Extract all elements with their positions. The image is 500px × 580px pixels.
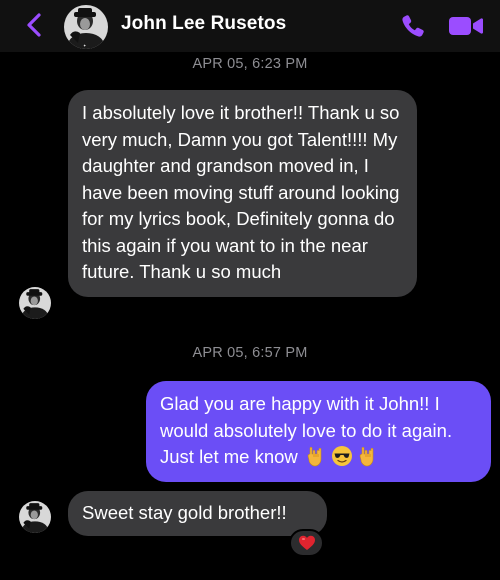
message-text: Sweet stay gold brother!! [82, 502, 287, 523]
back-button[interactable] [22, 10, 48, 40]
sunglasses-face-icon [331, 445, 353, 467]
contact-name[interactable]: John Lee Rusetos [121, 13, 286, 35]
rock-on-hand-icon [357, 445, 379, 467]
message-timestamp: APR 05, 6:23 PM [192, 56, 308, 72]
chat-header: ✦ John Lee Rusetos [0, 0, 500, 52]
outgoing-message-bubble[interactable]: Glad you are happy with it John!! I woul… [146, 381, 491, 482]
message-text: I absolutely love it brother!! Thank u s… [82, 102, 400, 282]
sender-avatar[interactable] [19, 287, 51, 319]
red-heart-icon [298, 534, 316, 557]
incoming-message-bubble[interactable]: Sweet stay gold brother!! [68, 491, 327, 536]
rock-on-hand-icon [305, 445, 327, 467]
avatar-image [19, 501, 51, 533]
chevron-left-icon [27, 13, 41, 37]
sender-avatar[interactable] [19, 501, 51, 533]
call-button[interactable] [399, 12, 427, 40]
video-camera-icon [449, 17, 483, 35]
contact-avatar[interactable]: ✦ [64, 5, 108, 49]
message-timestamp: APR 05, 6:57 PM [192, 345, 308, 361]
avatar-image: ✦ [64, 5, 108, 49]
message-reaction[interactable] [289, 529, 324, 557]
incoming-message-bubble[interactable]: I absolutely love it brother!! Thank u s… [68, 90, 417, 297]
video-call-button[interactable] [448, 14, 484, 38]
phone-icon [402, 15, 424, 37]
avatar-image [19, 287, 51, 319]
